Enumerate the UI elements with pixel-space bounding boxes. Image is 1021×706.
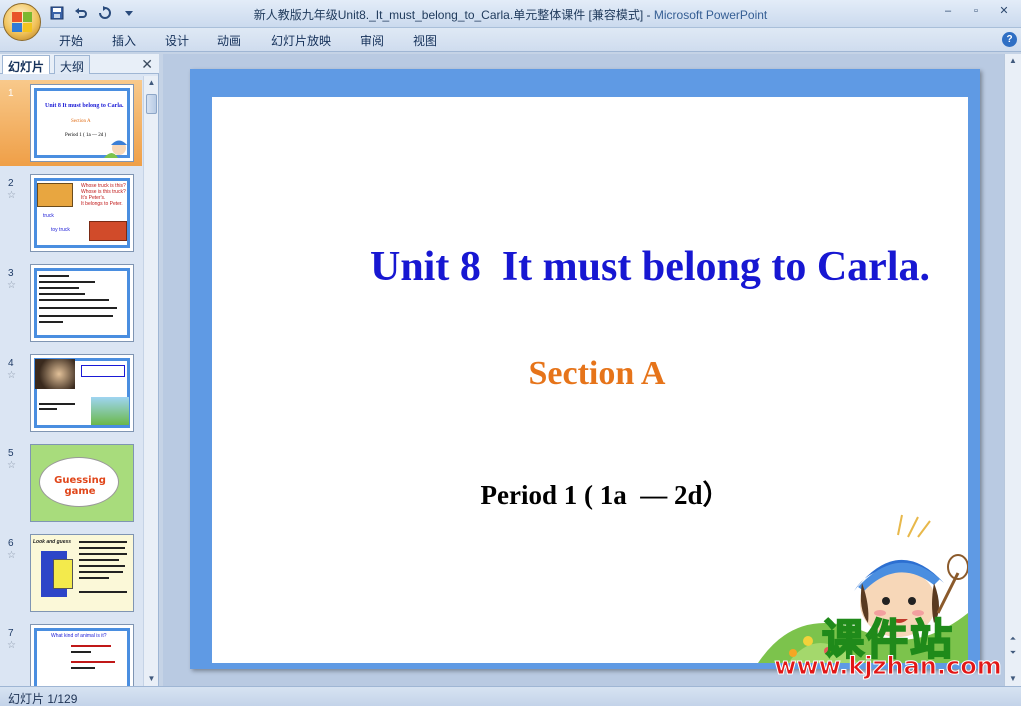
slide-canvas[interactable]: Unit 8 It must belong to Carla. Section … <box>190 69 980 669</box>
thumbnail-image: Whose truck is this? Whose is this truck… <box>30 174 134 252</box>
thumbnail-image: Look and guess <box>30 534 134 612</box>
bubble-text: Guessing game <box>54 475 106 497</box>
slides-pane-scrollbar[interactable]: ▲ ▼ <box>143 76 158 686</box>
status-bar: 幻灯片 1/129 <box>0 686 1021 706</box>
scrollbar-thumb[interactable] <box>146 94 157 114</box>
slide-thumbnail-2[interactable]: 2 ☆ Whose truck is this? Whose is this t… <box>0 170 142 256</box>
thumbnail-text-lines <box>71 645 115 669</box>
thumbnail-text-lines <box>39 275 117 323</box>
thumbnail-image <box>30 264 134 342</box>
thumbnail-text: toy truck <box>51 227 70 233</box>
window-title: 新人教版九年级Unit8._It_must_belong_to_Carla.单元… <box>0 6 1021 23</box>
animation-star-icon: ☆ <box>7 280 16 291</box>
watermark-url: www.kjzhan.com <box>774 652 1002 681</box>
site-watermark: 课件站 www.kjzhan.com <box>768 606 1008 684</box>
slide-content: Unit 8 It must belong to Carla. Section … <box>212 97 968 663</box>
office-logo-icon <box>12 12 32 32</box>
title-separator: - <box>643 8 654 22</box>
slide-counter: 幻灯片 1/129 <box>8 692 78 706</box>
tab-view[interactable]: 视图 <box>413 32 437 49</box>
slide-editing-area: Unit 8 It must belong to Carla. Section … <box>163 54 1004 686</box>
tab-outline[interactable]: 大纲 <box>54 55 91 74</box>
slide-thumbnail-3[interactable]: 3 ☆ <box>0 260 142 346</box>
tab-slideshow[interactable]: 幻灯片放映 <box>271 32 331 49</box>
tab-home[interactable]: 开始 <box>59 32 83 49</box>
animation-star-icon: ☆ <box>7 370 16 381</box>
slide-title[interactable]: Unit 8 It must belong to Carla. <box>212 243 968 291</box>
thumbnail-text: It belongs to Peter. <box>81 201 123 207</box>
slide-period-text[interactable]: Period 1 ( 1a — 2d） <box>212 473 968 512</box>
animation-star-icon: ☆ <box>7 190 16 201</box>
thumbnail-section: Section A <box>71 119 91 124</box>
ribbon-tabs: 开始 插入 设计 动画 幻灯片放映 审阅 视图 ? <box>0 28 1021 52</box>
close-icon[interactable]: ✕ <box>141 56 153 73</box>
truck-photo <box>37 183 73 207</box>
tab-slides[interactable]: 幻灯片 <box>2 55 51 74</box>
tab-insert[interactable]: 插入 <box>112 32 136 49</box>
thumbnail-heading: Look and guess <box>33 539 72 545</box>
close-button[interactable]: ✕ <box>995 3 1013 19</box>
animation-star-icon: ☆ <box>7 640 16 651</box>
restore-button[interactable]: ▫ <box>967 3 985 19</box>
toy-truck-photo <box>89 221 127 241</box>
editing-area-scrollbar[interactable]: ▲ ⏶ ⏷ ▼ <box>1004 54 1021 686</box>
slide-thumbnail-5[interactable]: 5 ☆ Guessing game <box>0 440 142 526</box>
thumbnail-period: Period 1 ( 1a — 2d ) <box>65 133 107 138</box>
slide-section-heading[interactable]: Section A <box>212 355 968 393</box>
thumbnail-title: Unit 8 It must belong to Carla. <box>45 103 124 109</box>
tab-animations[interactable]: 动画 <box>217 32 241 49</box>
thumbnail-list: 1 Unit 8 It must belong to Carla. Sectio… <box>0 76 142 686</box>
slide-number: 3 <box>8 268 14 279</box>
thumbnail-image: Unit 8 It must belong to Carla. Section … <box>30 84 134 162</box>
thumbnail-image: Guessing game <box>30 444 134 522</box>
slide-number: 1 <box>8 88 14 99</box>
thumbnail-text-lines <box>39 403 75 410</box>
slide-number: 7 <box>8 628 14 639</box>
scene-thumb <box>91 397 129 425</box>
scroll-up-icon[interactable]: ▲ <box>1005 54 1021 68</box>
scroll-down-icon[interactable]: ▼ <box>144 672 159 686</box>
tab-design[interactable]: 设计 <box>165 32 189 49</box>
slide-number: 2 <box>8 178 14 189</box>
scroll-up-icon[interactable]: ▲ <box>144 76 159 90</box>
thumbnail-text-lines <box>79 541 127 593</box>
text-box-thumb <box>81 365 125 377</box>
thumbnail-image: What kind of animal is it? <box>30 624 134 686</box>
app-name: Microsoft PowerPoint <box>653 8 768 22</box>
help-icon[interactable]: ? <box>1002 32 1017 47</box>
slide-thumbnail-7[interactable]: 7 ☆ What kind of animal is it? <box>0 620 142 686</box>
animation-star-icon: ☆ <box>7 460 16 471</box>
photo-thumb <box>35 359 75 389</box>
office-button[interactable] <box>3 3 41 41</box>
card-thumb <box>53 559 73 589</box>
slide-thumbnail-4[interactable]: 4 ☆ <box>0 350 142 436</box>
slide-number: 6 <box>8 538 14 549</box>
thumbnail-heading: What kind of animal is it? <box>51 633 107 639</box>
slide-number: 5 <box>8 448 14 459</box>
slide-number: 4 <box>8 358 14 369</box>
thumbnail-text: truck <box>43 213 54 219</box>
title-bar: 新人教版九年级Unit8._It_must_belong_to_Carla.单元… <box>0 0 1021 28</box>
slides-pane: 幻灯片 大纲 ✕ 1 Unit 8 It must belong to Carl… <box>0 54 159 686</box>
pane-tabs: 幻灯片 大纲 ✕ <box>0 54 159 74</box>
cartoon-icon <box>104 140 127 158</box>
tab-review[interactable]: 审阅 <box>360 32 384 49</box>
animation-star-icon: ☆ <box>7 550 16 561</box>
slide-thumbnail-6[interactable]: 6 ☆ Look and guess <box>0 530 142 616</box>
window-controls: – ▫ ✕ <box>939 3 1013 19</box>
document-title: 新人教版九年级Unit8._It_must_belong_to_Carla.单元… <box>253 8 644 22</box>
thumbnail-image <box>30 354 134 432</box>
minimize-button[interactable]: – <box>939 3 957 19</box>
slide-thumbnail-1[interactable]: 1 Unit 8 It must belong to Carla. Sectio… <box>0 80 142 166</box>
